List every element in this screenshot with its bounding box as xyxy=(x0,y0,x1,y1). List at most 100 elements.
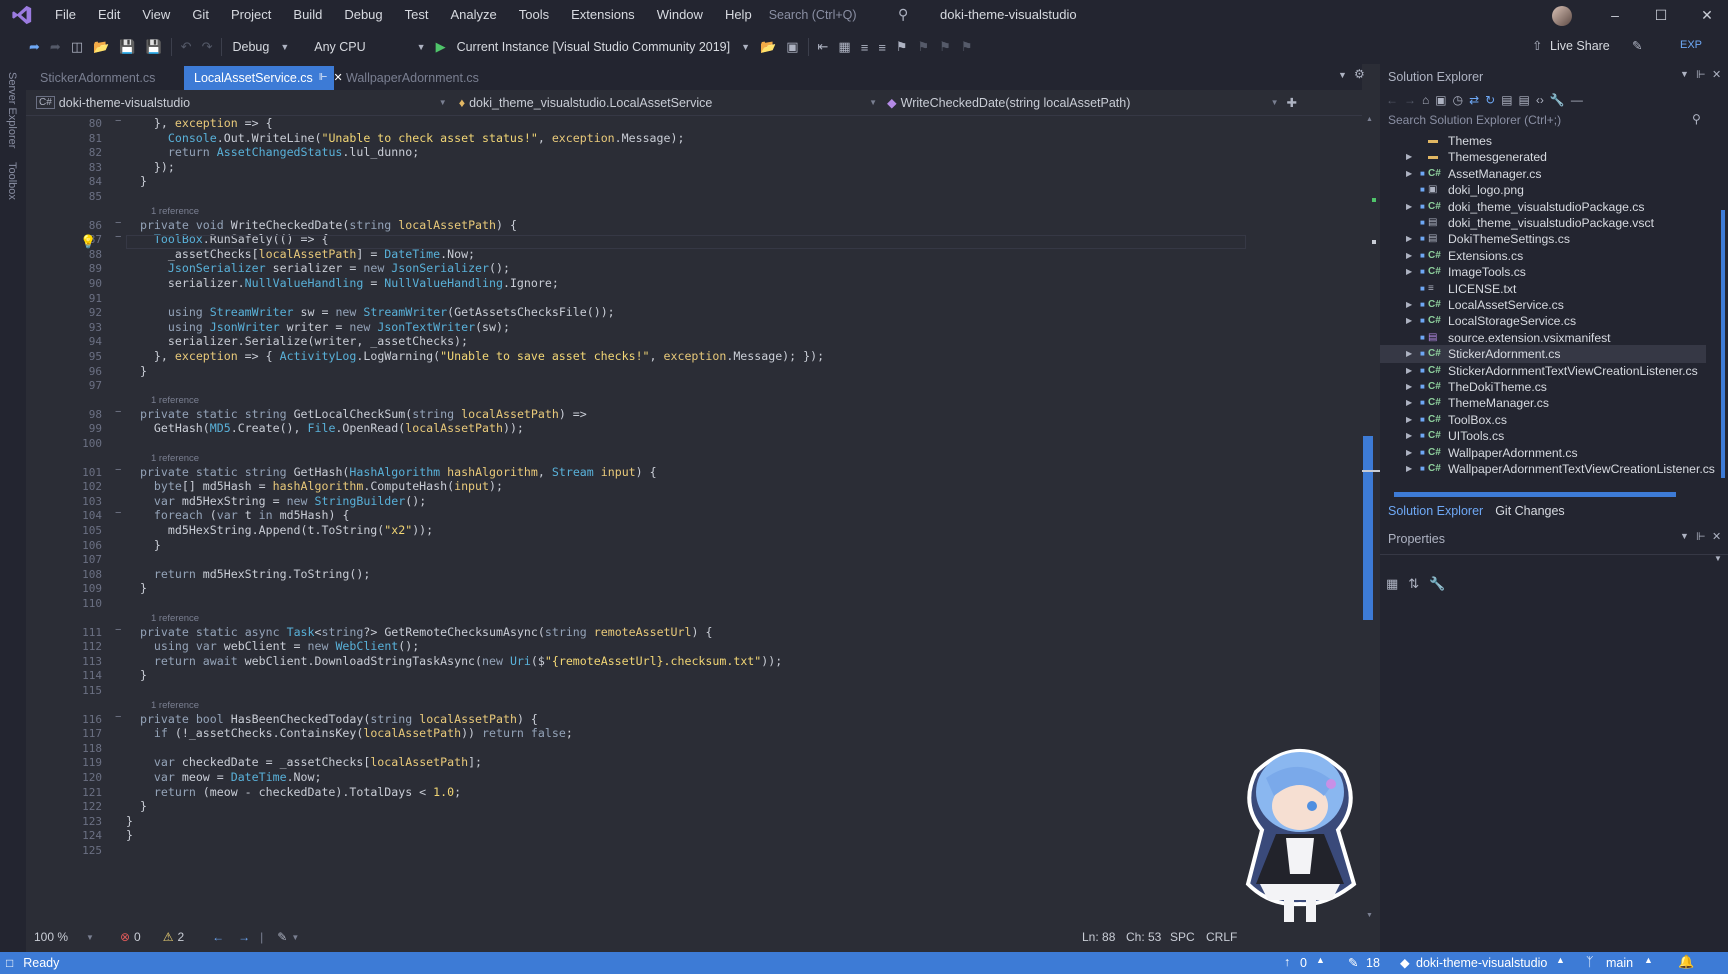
step-into-icon[interactable]: ⇤ xyxy=(813,39,834,55)
save-icon[interactable]: 💾 xyxy=(114,39,140,55)
start-debugging-button[interactable]: Current Instance [Visual Studio Communit… xyxy=(451,40,737,54)
expand-arrow-icon[interactable]: ▶ xyxy=(1406,362,1412,380)
code-line[interactable]: using StreamWriter sw = new StreamWriter… xyxy=(126,305,615,319)
feedback-icon[interactable]: ✎ xyxy=(1632,38,1642,53)
code-line[interactable]: var meow = DateTime.Now; xyxy=(126,770,322,784)
solution-explorer-search[interactable]: Search Solution Explorer (Ctrl+;) xyxy=(1380,110,1728,130)
line-number[interactable]: Ln: 88 xyxy=(1082,930,1115,944)
expand-arrow-icon[interactable]: ▶ xyxy=(1406,427,1412,445)
code-line[interactable]: GetHash(MD5.Create(), File.OpenRead(loca… xyxy=(126,421,524,435)
pin-icon[interactable]: ⊩ xyxy=(1696,530,1706,543)
expand-arrow-icon[interactable]: ▶ xyxy=(1406,296,1412,314)
tree-item[interactable]: ■ ▣ doki_logo.png xyxy=(1380,181,1706,199)
menu-debug[interactable]: Debug xyxy=(333,0,393,30)
history-icon[interactable]: ◷ xyxy=(1453,93,1463,107)
tree-vertical-scrollbar[interactable] xyxy=(1721,210,1725,478)
pencil-icon[interactable]: ✎ xyxy=(1348,955,1358,970)
code-lens-reference[interactable]: 1 reference xyxy=(151,453,199,464)
push-icon[interactable]: ↑ xyxy=(1284,955,1290,969)
tab-wallpaper-adornment[interactable]: WallpaperAdornment.cs xyxy=(336,66,489,90)
tree-item[interactable]: ▶ ■ C# ThemeManager.cs xyxy=(1380,394,1706,412)
expand-arrow-icon[interactable]: ▶ xyxy=(1406,378,1412,396)
bookmark-icon[interactable]: ⚑ xyxy=(891,39,913,55)
code-line[interactable]: var checkedDate = _assetChecks[localAsse… xyxy=(126,755,482,769)
expand-arrow-icon[interactable]: ▶ xyxy=(1406,165,1412,183)
alphabetical-icon[interactable]: ⇅ xyxy=(1408,576,1419,592)
code-line[interactable]: private void WriteCheckedDate(string loc… xyxy=(126,218,517,232)
expand-arrow-icon[interactable]: ▶ xyxy=(1406,411,1412,429)
menu-build[interactable]: Build xyxy=(282,0,333,30)
scroll-up-icon[interactable]: ▲ xyxy=(1366,116,1373,123)
search-icon[interactable]: ⚲ xyxy=(1692,112,1701,126)
chevron-down-icon[interactable]: ▼ xyxy=(736,42,755,52)
chevron-down-icon[interactable]: ▼ xyxy=(439,98,447,107)
code-line[interactable]: return AssetChangedStatus.lul_dunno; xyxy=(126,145,419,159)
code-line[interactable]: serializer.NullValueHandling = NullValue… xyxy=(126,276,559,290)
close-window-button[interactable]: ✕ xyxy=(1684,0,1728,30)
column-number[interactable]: Ch: 53 xyxy=(1126,930,1161,944)
properties-wrench-icon[interactable]: 🔧 xyxy=(1550,93,1565,107)
menu-edit[interactable]: Edit xyxy=(87,0,131,30)
home-icon[interactable]: ⌂ xyxy=(1422,93,1429,107)
menu-tools[interactable]: Tools xyxy=(508,0,560,30)
code-line[interactable]: } xyxy=(126,538,161,552)
tree-horizontal-scrollbar[interactable] xyxy=(1394,492,1676,497)
code-line[interactable]: private static string GetHash(HashAlgori… xyxy=(126,465,657,479)
solution-platform-select[interactable]: Any CPU xyxy=(308,40,371,54)
warning-count[interactable]: 2 xyxy=(177,930,184,944)
indent-icon[interactable]: ≡ xyxy=(856,40,874,55)
code-line[interactable]: } xyxy=(126,581,147,595)
tree-item[interactable]: ■ ▤ doki_theme_visualstudioPackage.vsct xyxy=(1380,214,1706,232)
preview-icon[interactable]: — xyxy=(1571,93,1583,107)
pin-icon[interactable]: ⊩ xyxy=(319,66,328,90)
code-line[interactable]: private bool HasBeenCheckedToday(string … xyxy=(126,712,538,726)
menu-view[interactable]: View xyxy=(131,0,181,30)
tree-item[interactable]: ▶ ■ C# ToolBox.cs xyxy=(1380,411,1706,429)
server-explorer-tab[interactable]: Server Explorer xyxy=(6,72,18,148)
expand-arrow-icon[interactable]: ▶ xyxy=(1406,198,1412,216)
expand-arrow-icon[interactable]: ▶ xyxy=(1406,247,1412,265)
pending-changes-count[interactable]: 18 xyxy=(1366,956,1380,970)
forward-icon[interactable]: → xyxy=(1404,93,1416,107)
solution-configuration-select[interactable]: Debug xyxy=(226,40,275,54)
pin-icon[interactable]: ⊩ xyxy=(1696,68,1706,81)
sync-icon[interactable]: ⇄ xyxy=(1469,93,1479,107)
tree-item[interactable]: ▶ ■ C# WallpaperAdornmentTextViewCreationLi… xyxy=(1380,460,1715,478)
chevron-down-icon[interactable]: ▼ xyxy=(869,98,877,107)
tree-item[interactable]: ▶ ■ C# UITools.cs xyxy=(1380,427,1706,445)
code-lens-reference[interactable]: 1 reference xyxy=(151,395,199,406)
scroll-thumb[interactable] xyxy=(1363,436,1373,620)
code-line[interactable]: md5HexString.Append(t.ToString("x2")); xyxy=(126,523,433,537)
undo-icon[interactable]: ↶ xyxy=(176,39,197,55)
tree-item[interactable]: ▶ ■ C# doki_theme_visualstudioPackage.cs xyxy=(1380,198,1706,216)
back-icon[interactable]: ← xyxy=(1386,93,1398,107)
tab-local-asset-service[interactable]: LocalAssetService.cs ⊩ ✕ xyxy=(184,66,343,90)
repository-icon[interactable]: ◆ xyxy=(1400,955,1410,970)
code-line[interactable]: using var webClient = new WebClient(); xyxy=(126,639,419,653)
search-icon[interactable]: ⚲ xyxy=(898,6,908,23)
tab-git-changes[interactable]: Git Changes xyxy=(1495,504,1564,518)
settings-gear-icon[interactable]: ⚙ xyxy=(1354,67,1365,81)
tree-item[interactable]: ▬ Themes xyxy=(1380,132,1706,150)
code-lens-reference[interactable]: 1 reference xyxy=(151,613,199,624)
expand-arrow-icon[interactable]: ▶ xyxy=(1406,312,1412,330)
back-icon[interactable]: ➦ xyxy=(24,39,45,55)
menu-file[interactable]: File xyxy=(44,0,87,30)
toolbox-tab[interactable]: Toolbox xyxy=(6,162,18,200)
menu-help[interactable]: Help xyxy=(714,0,763,30)
fold-toggle-icon[interactable]: − xyxy=(115,624,121,636)
warning-icon[interactable]: ⚠ xyxy=(163,930,174,944)
code-line[interactable]: } xyxy=(126,814,133,828)
code-line[interactable]: } xyxy=(126,364,147,378)
tree-item[interactable]: ▶ ■ C# LocalStorageService.cs xyxy=(1380,312,1706,330)
tree-item[interactable]: ▶ ■ C# AssetManager.cs xyxy=(1380,165,1706,183)
code-line[interactable]: serializer.Serialize(writer, _assetCheck… xyxy=(126,334,468,348)
chevron-down-icon[interactable]: ▼ xyxy=(291,933,299,942)
tree-item[interactable]: ▶ ■ C# Extensions.cs xyxy=(1380,247,1706,265)
maximize-button[interactable]: ☐ xyxy=(1638,0,1684,30)
code-line[interactable]: byte[] md5Hash = hashAlgorithm.ComputeHa… xyxy=(126,479,503,493)
project-dropdown[interactable]: doki-theme-visualstudio xyxy=(59,96,439,110)
user-avatar[interactable] xyxy=(1552,6,1572,26)
properties-object-selector[interactable] xyxy=(1380,554,1728,572)
tree-item[interactable]: ▶ ■ ▤ DokiThemeSettings.cs xyxy=(1380,230,1706,248)
